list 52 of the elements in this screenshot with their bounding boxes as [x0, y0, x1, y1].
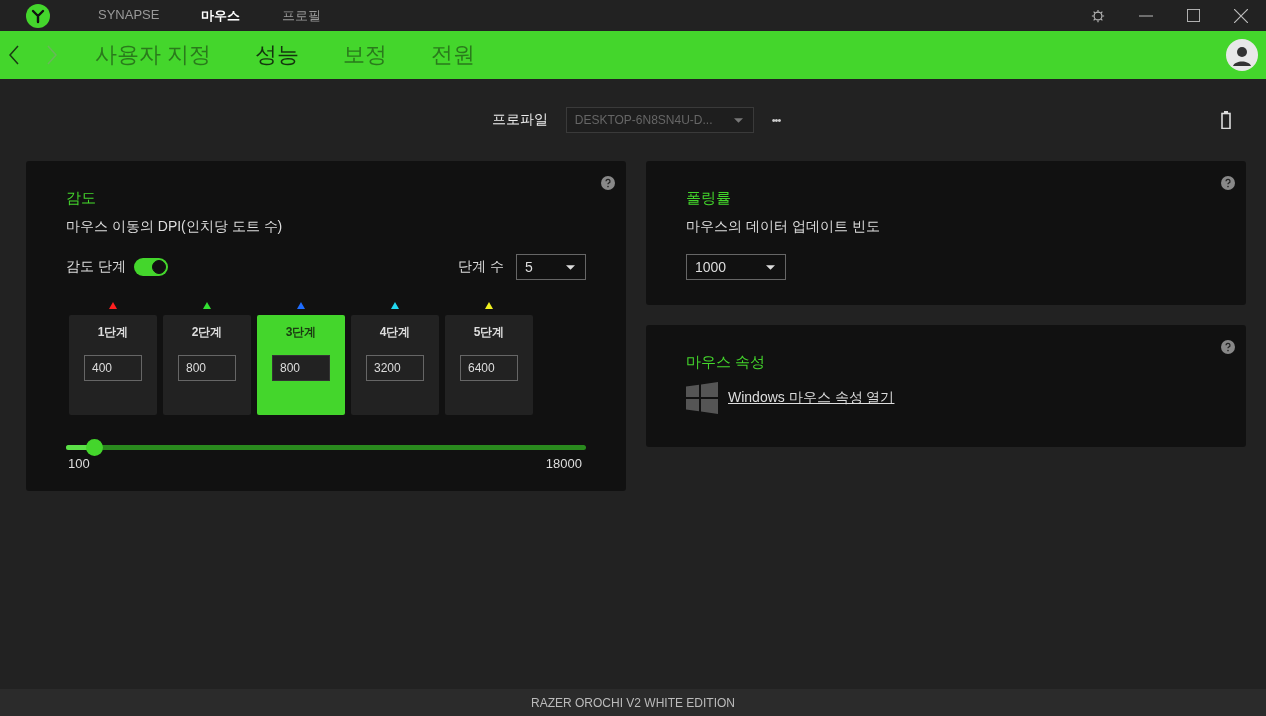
slider-track[interactable]	[66, 445, 586, 450]
caret-icon	[766, 264, 775, 270]
profile-label: 프로파일	[491, 111, 548, 129]
windows-logo-icon	[686, 382, 718, 414]
caret-icon	[733, 117, 743, 123]
dpi-stage-card[interactable]: 5단계 6400	[445, 315, 533, 415]
help-icon[interactable]	[601, 176, 615, 190]
dpi-stage-card[interactable]: 3단계 800	[257, 315, 345, 415]
back-icon[interactable]	[9, 45, 19, 65]
card-description: 마우스의 데이터 업데이트 빈도	[686, 218, 881, 236]
card-title: 감도	[66, 189, 97, 208]
toggle-switch[interactable]	[133, 258, 168, 276]
dpi-stage-card[interactable]: 2단계 800	[163, 315, 251, 415]
help-icon[interactable]	[1221, 176, 1235, 190]
stage-label: 1단계	[97, 324, 129, 341]
card-title: 마우스 속성	[686, 353, 767, 372]
logo-icon	[26, 3, 50, 28]
dpi-stage-card[interactable]: 4단계 3200	[351, 315, 439, 415]
help-icon[interactable]	[1221, 340, 1235, 354]
section-tab[interactable]: 성능	[255, 40, 300, 70]
avatar-icon[interactable]	[1226, 39, 1258, 71]
battery-icon	[1221, 111, 1231, 129]
dpi-input-field[interactable]: 400	[84, 355, 142, 381]
slider-min-label: 100	[68, 456, 90, 471]
caret-icon	[566, 264, 575, 270]
stage-count-label: 단계 수	[458, 258, 504, 276]
stage-label: 3단계	[285, 324, 317, 341]
stage-label: 4단계	[379, 324, 411, 341]
maximize-icon[interactable]	[1187, 9, 1200, 22]
card-description: 마우스 이동의 DPI(인치당 도트 수)	[66, 218, 284, 236]
close-icon[interactable]	[1234, 8, 1248, 23]
more-button[interactable]: •••	[771, 114, 781, 126]
slider-max-label: 18000	[545, 456, 582, 471]
card-title: 폴링률	[686, 189, 732, 208]
device-name: RAZER OROCHI V2 WHITE EDITION	[0, 689, 1266, 716]
dpi-input-field[interactable]: 3200	[366, 355, 424, 381]
stage-count-dropdown[interactable]: 5	[516, 254, 586, 280]
dpi-stage-card[interactable]: 1단계 400	[69, 315, 157, 415]
polling-rate-dropdown[interactable]: 1000	[686, 254, 786, 280]
dpi-input-field[interactable]: 800	[272, 355, 330, 381]
top-tab[interactable]: 프로필	[282, 6, 322, 25]
windows-mouse-settings-link[interactable]: Windows 마우스 속성 열기	[728, 389, 895, 407]
settings-icon[interactable]	[1091, 8, 1105, 23]
top-tab[interactable]: 마우스	[201, 6, 241, 25]
stage-label: 2단계	[191, 324, 223, 341]
slider-thumb[interactable]	[85, 439, 103, 456]
top-tab[interactable]: SYNAPSE	[98, 6, 160, 25]
dpi-input-field[interactable]: 800	[178, 355, 236, 381]
stage-label: 5단계	[473, 324, 505, 341]
stages-label: 감도 단계	[66, 258, 126, 276]
minimize-icon[interactable]	[1139, 14, 1153, 17]
dpi-input-field[interactable]: 6400	[460, 355, 518, 381]
